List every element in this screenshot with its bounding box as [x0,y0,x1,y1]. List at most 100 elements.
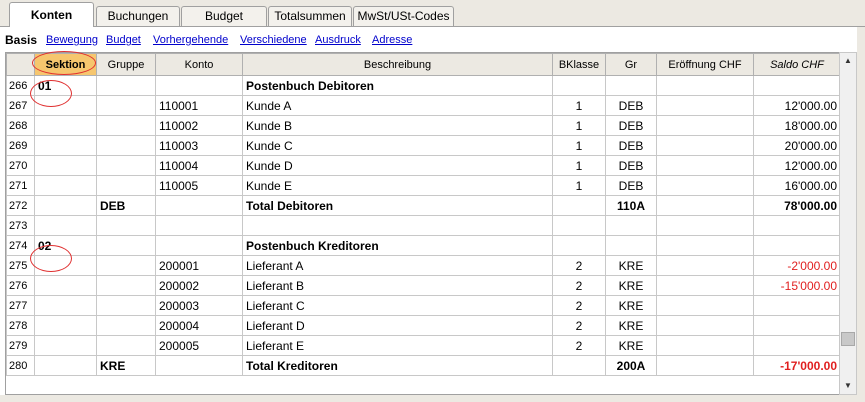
view-adresse[interactable]: Adresse [372,34,412,46]
cell-sektion[interactable] [34,155,97,176]
header-gruppe[interactable]: Gruppe [96,53,156,76]
cell-beschreibung[interactable]: Lieferant E [242,335,553,356]
cell-saldo[interactable] [753,315,839,336]
table-row[interactable]: 269 110003 Kunde C 1 DEB 20'000.00 [6,135,839,156]
cell-saldo[interactable]: 20'000.00 [753,135,839,156]
cell-gr[interactable]: KRE [605,315,657,336]
cell-beschreibung[interactable]: Kunde A [242,95,553,116]
cell-gr[interactable]: DEB [605,95,657,116]
cell-eroeffnung[interactable] [656,235,754,256]
cell-gr[interactable]: KRE [605,295,657,316]
tab-buchungen[interactable]: Buchungen [96,6,180,26]
cell-saldo[interactable] [753,75,839,96]
cell-gr[interactable]: 200A [605,355,657,376]
cell-gruppe[interactable] [96,335,156,356]
cell-konto[interactable] [155,355,243,376]
view-verschiedene[interactable]: Verschiedene [240,34,307,46]
cell-bklasse[interactable]: 2 [552,315,606,336]
cell-beschreibung[interactable]: Lieferant D [242,315,553,336]
tab-budget[interactable]: Budget [181,6,267,26]
cell-eroeffnung[interactable] [656,215,754,236]
cell-konto[interactable]: 200005 [155,335,243,356]
cell-bklasse[interactable]: 1 [552,155,606,176]
cell-gruppe[interactable]: DEB [96,195,156,216]
table-row[interactable]: 277 200003 Lieferant C 2 KRE [6,295,839,316]
view-vorhergehende[interactable]: Vorhergehende [153,34,228,46]
cell-beschreibung[interactable]: Kunde D [242,155,553,176]
cell-eroeffnung[interactable] [656,135,754,156]
cell-sektion[interactable] [34,175,97,196]
cell-eroeffnung[interactable] [656,175,754,196]
cell-bklasse[interactable] [552,215,606,236]
cell-gr[interactable]: DEB [605,175,657,196]
cell-sektion[interactable] [34,275,97,296]
cell-gr[interactable]: 110A [605,195,657,216]
cell-gruppe[interactable] [96,275,156,296]
view-basis[interactable]: Basis [5,33,37,47]
cell-beschreibung[interactable]: Lieferant B [242,275,553,296]
header-eroeffnung[interactable]: Eröffnung CHF [656,53,754,76]
cell-eroeffnung[interactable] [656,355,754,376]
cell-gr[interactable]: DEB [605,155,657,176]
cell-saldo[interactable]: 18'000.00 [753,115,839,136]
cell-gruppe[interactable] [96,75,156,96]
cell-gruppe[interactable] [96,315,156,336]
cell-gruppe[interactable] [96,255,156,276]
cell-bklasse[interactable]: 1 [552,115,606,136]
cell-gruppe[interactable] [96,235,156,256]
cell-konto[interactable]: 110002 [155,115,243,136]
cell-beschreibung[interactable]: Kunde B [242,115,553,136]
cell-eroeffnung[interactable] [656,95,754,116]
cell-beschreibung[interactable]: Kunde C [242,135,553,156]
tab-mwst-codes[interactable]: MwSt/USt-Codes [353,6,454,26]
cell-beschreibung[interactable]: Total Debitoren [242,195,553,216]
cell-saldo[interactable]: -17'000.00 [753,355,839,376]
cell-gruppe[interactable] [96,155,156,176]
tab-totalsummen[interactable]: Totalsummen [268,6,352,26]
cell-gruppe[interactable]: KRE [96,355,156,376]
cell-gruppe[interactable] [96,295,156,316]
cell-gr[interactable]: KRE [605,275,657,296]
cell-eroeffnung[interactable] [656,115,754,136]
cell-sektion[interactable] [34,355,97,376]
cell-saldo[interactable] [753,215,839,236]
table-row[interactable]: 274 02 Postenbuch Kreditoren [6,235,839,256]
cell-saldo[interactable] [753,335,839,356]
header-saldo[interactable]: Saldo CHF [753,53,839,76]
cell-saldo[interactable]: 12'000.00 [753,155,839,176]
cell-sektion[interactable] [34,115,97,136]
cell-konto[interactable] [155,195,243,216]
cell-bklasse[interactable] [552,75,606,96]
table-row[interactable]: 278 200004 Lieferant D 2 KRE [6,315,839,336]
cell-beschreibung[interactable]: Lieferant C [242,295,553,316]
cell-gruppe[interactable] [96,215,156,236]
table-row[interactable]: 267 110001 Kunde A 1 DEB 12'000.00 [6,95,839,116]
table-row[interactable]: 279 200005 Lieferant E 2 KRE [6,335,839,356]
cell-bklasse[interactable]: 2 [552,255,606,276]
table-row[interactable]: 273 [6,215,839,236]
cell-saldo[interactable]: -2'000.00 [753,255,839,276]
cell-konto[interactable]: 110003 [155,135,243,156]
cell-bklasse[interactable]: 2 [552,275,606,296]
cell-bklasse[interactable]: 1 [552,95,606,116]
cell-saldo[interactable] [753,295,839,316]
cell-gr[interactable] [605,215,657,236]
cell-gruppe[interactable] [96,115,156,136]
cell-konto[interactable]: 200003 [155,295,243,316]
cell-sektion[interactable] [34,295,97,316]
cell-saldo[interactable]: 78'000.00 [753,195,839,216]
cell-beschreibung[interactable]: Total Kreditoren [242,355,553,376]
view-bewegung[interactable]: Bewegung [46,34,98,46]
table-row[interactable]: 268 110002 Kunde B 1 DEB 18'000.00 [6,115,839,136]
header-konto[interactable]: Konto [155,53,243,76]
cell-saldo[interactable]: 12'000.00 [753,95,839,116]
cell-konto[interactable]: 110001 [155,95,243,116]
cell-eroeffnung[interactable] [656,335,754,356]
header-beschreibung[interactable]: Beschreibung [242,53,553,76]
cell-beschreibung[interactable]: Postenbuch Kreditoren [242,235,553,256]
cell-gruppe[interactable] [96,95,156,116]
cell-bklasse[interactable] [552,195,606,216]
tab-konten[interactable]: Konten [9,2,94,27]
cell-konto[interactable]: 200001 [155,255,243,276]
cell-bklasse[interactable]: 1 [552,135,606,156]
